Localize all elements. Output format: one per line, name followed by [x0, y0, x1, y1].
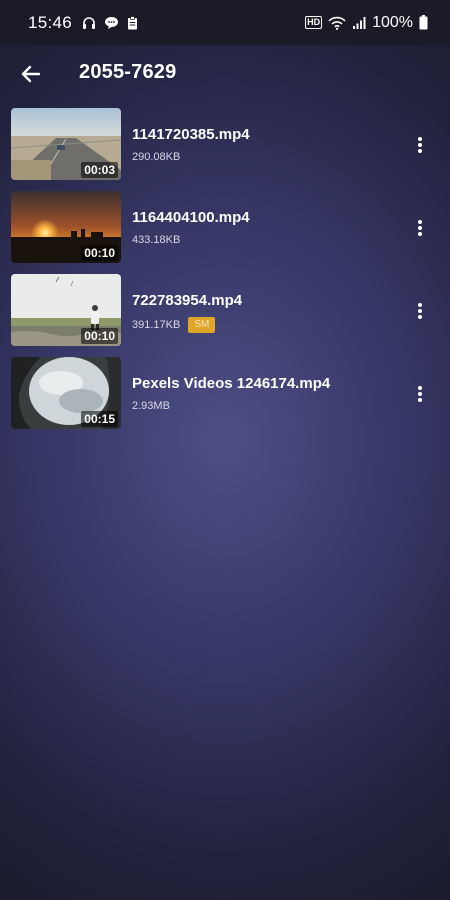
video-thumbnail[interactable]: 00:10: [11, 274, 121, 346]
more-vertical-icon: [417, 219, 423, 237]
video-size: 391.17KB: [132, 319, 181, 331]
video-duration: 00:15: [81, 411, 118, 427]
video-size: 433.18KB: [132, 234, 181, 246]
video-duration: 00:10: [81, 245, 118, 261]
battery-percent: 100%: [372, 13, 413, 31]
chat-bubble-icon: [104, 16, 119, 30]
status-bar: 15:46 HD 100%: [0, 0, 450, 45]
video-meta: 433.18KB: [132, 234, 180, 246]
more-vertical-icon: [417, 385, 423, 403]
clipboard-icon: [127, 15, 138, 30]
headphones-icon: [82, 16, 96, 30]
video-thumbnail[interactable]: 00:03: [11, 108, 121, 180]
video-duration: 00:10: [81, 328, 118, 344]
battery-icon: [419, 15, 428, 30]
video-thumbnail[interactable]: 00:10: [11, 191, 121, 263]
video-meta: 2.93MB: [132, 400, 170, 412]
video-meta: 290.08KB: [132, 151, 180, 163]
video-name: 1164404100.mp4: [132, 209, 250, 226]
more-vertical-icon: [417, 136, 423, 154]
video-duration: 00:03: [81, 162, 118, 178]
video-meta: 391.17KB SM: [132, 317, 216, 333]
wifi-icon: [328, 16, 346, 30]
app-bar: 2055-7629: [0, 45, 450, 103]
status-left: 15:46: [28, 13, 138, 33]
page-title: 2055-7629: [79, 61, 177, 83]
arrow-left-icon: [21, 65, 41, 83]
more-vertical-icon: [417, 302, 423, 320]
video-thumbnail[interactable]: 00:15: [11, 357, 121, 429]
status-right: HD 100%: [305, 14, 428, 32]
back-button[interactable]: [14, 58, 48, 90]
more-options-button[interactable]: [408, 130, 432, 160]
video-row[interactable]: 00:15 Pexels Videos 1246174.mp4 2.93MB: [0, 355, 450, 438]
video-row[interactable]: 00:03 1141720385.mp4 290.08KB: [0, 106, 450, 189]
more-options-button[interactable]: [408, 213, 432, 243]
video-row[interactable]: 00:10 1164404100.mp4 433.18KB: [0, 189, 450, 272]
signal-icon: [352, 16, 366, 30]
video-row[interactable]: 00:10 722783954.mp4 391.17KB SM: [0, 272, 450, 355]
video-name: 1141720385.mp4: [132, 126, 250, 143]
video-size: 2.93MB: [132, 400, 170, 412]
video-size: 290.08KB: [132, 151, 181, 163]
video-list: 00:03 1141720385.mp4 290.08KB 00:10 1164…: [0, 106, 450, 438]
more-options-button[interactable]: [408, 296, 432, 326]
status-badge: SM: [188, 317, 216, 333]
status-time: 15:46: [28, 12, 73, 32]
video-name: 722783954.mp4: [132, 292, 243, 309]
hd-badge: HD: [305, 16, 323, 29]
video-name: Pexels Videos 1246174.mp4: [132, 375, 331, 392]
more-options-button[interactable]: [408, 379, 432, 409]
